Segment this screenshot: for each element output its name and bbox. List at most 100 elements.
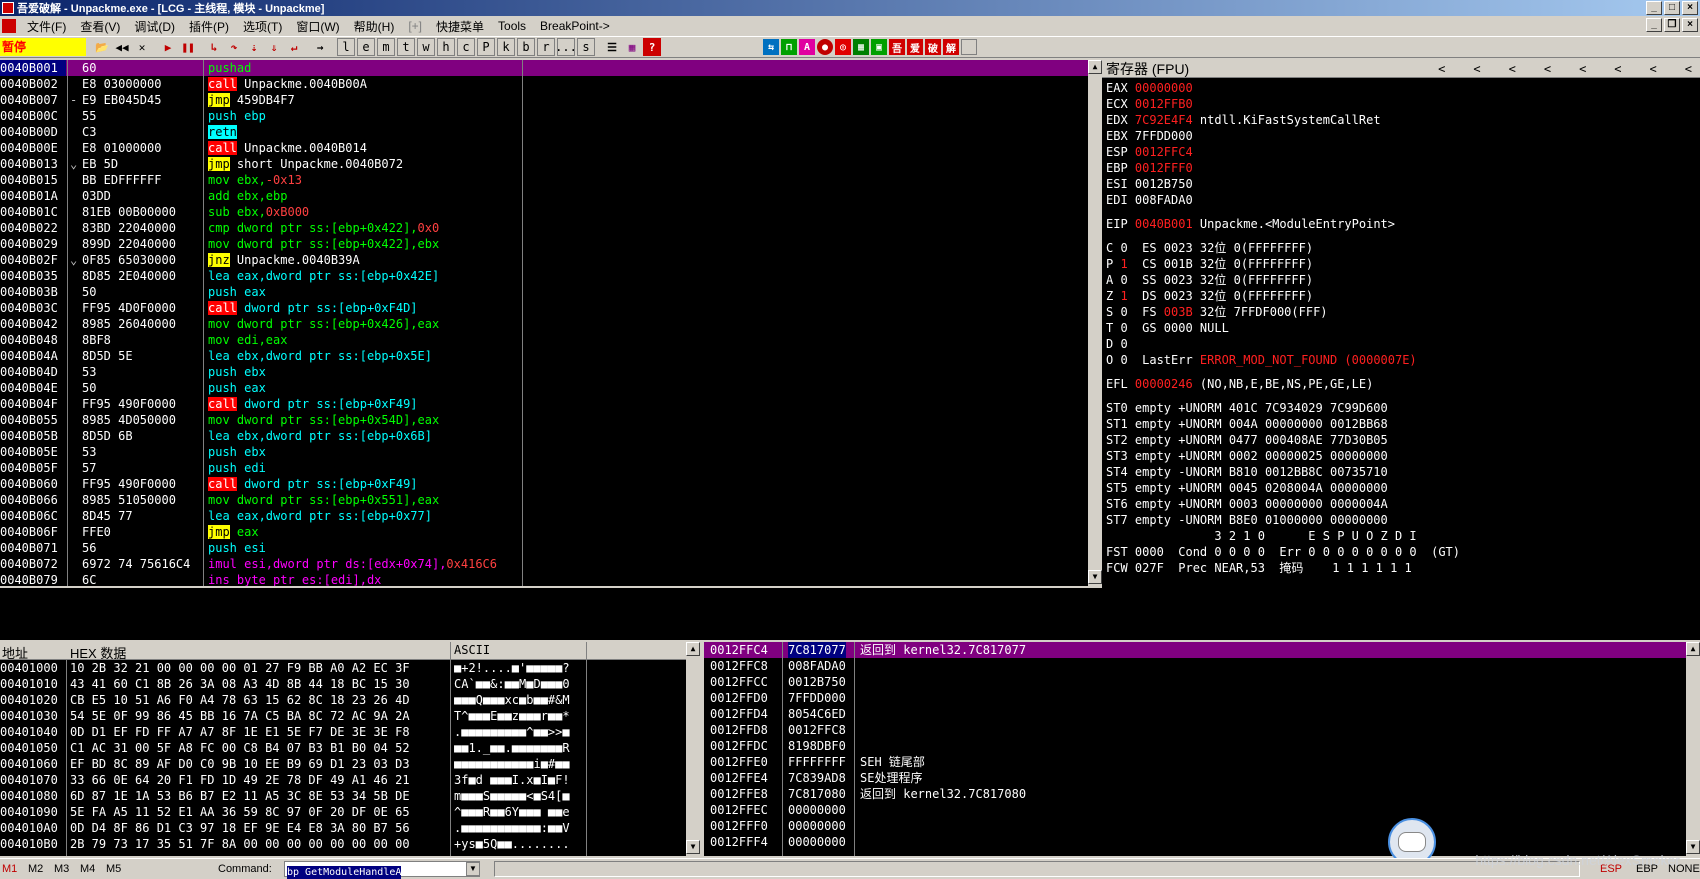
register-row[interactable]: T 0 GS 0000 NULL: [1102, 320, 1700, 336]
register-row[interactable]: EBP 0012FFF0: [1102, 160, 1700, 176]
register-row[interactable]: ST3 empty +UNORM 0002 00000025 00000000: [1102, 448, 1700, 464]
source-button[interactable]: s: [577, 38, 595, 56]
reg-arrow-icon[interactable]: <: [1438, 60, 1445, 78]
reg-arrow-icon[interactable]: <: [1579, 60, 1586, 78]
reg-arrow-icon[interactable]: <: [1473, 60, 1480, 78]
register-row[interactable]: ST5 empty +UNORM 0045 0208004A 00000000: [1102, 480, 1700, 496]
dump-col-ascii[interactable]: ASCII: [454, 643, 490, 657]
dump-tab-m2[interactable]: M2: [28, 863, 43, 875]
run-icon[interactable]: ▶: [159, 38, 177, 56]
register-row[interactable]: FST 0000 Cond 0 0 0 0 Err 0 0 0 0 0 0 0 …: [1102, 544, 1700, 560]
register-row[interactable]: 3 2 1 0 E S P U O Z D I: [1102, 528, 1700, 544]
disasm-row[interactable]: 0040B05F 57 push edi: [0, 460, 1088, 476]
menu-plugins[interactable]: 插件(P): [182, 18, 236, 35]
open-icon[interactable]: 📂: [93, 38, 111, 56]
register-row[interactable]: D 0: [1102, 336, 1700, 352]
register-row[interactable]: [1102, 232, 1700, 240]
register-row[interactable]: ST1 empty +UNORM 004A 00000000 0012BB68: [1102, 416, 1700, 432]
disasm-row[interactable]: 0040B048 8BF8 mov edi,eax: [0, 332, 1088, 348]
disasm-row[interactable]: 0040B013 ⌄ EB 5D jmp short Unpackme.0040B07…: [0, 156, 1088, 172]
reg-arrow-icon[interactable]: <: [1685, 60, 1692, 78]
disasm-row[interactable]: 0040B007- E9 EB045D45 jmp 459DB4F7: [0, 92, 1088, 108]
dump-tab-m4[interactable]: M4: [80, 863, 95, 875]
disasm-row[interactable]: 0040B04D 53 push ebx: [0, 364, 1088, 380]
register-row[interactable]: EIP 0040B001 Unpackme.<ModuleEntryPoint>: [1102, 216, 1700, 232]
dump-row[interactable]: 00401090 5E FA A5 11 52 E1 AA 36 59 8C 97…: [0, 804, 700, 820]
disasm-row[interactable]: 0040B072 6972 74 75616C4 imul esi,dword pt…: [0, 556, 1088, 572]
register-row[interactable]: ESI 0012B750: [1102, 176, 1700, 192]
disasm-row[interactable]: 0040B01C 81EB 00B00000 sub ebx,0xB000: [0, 204, 1088, 220]
dump-tab-m3[interactable]: M3: [54, 863, 69, 875]
disasm-row[interactable]: 0040B03C FF95 4D0F0000 call dword ptr ss:[…: [0, 300, 1088, 316]
close-process-icon[interactable]: ✕: [133, 38, 151, 56]
disasm-row[interactable]: 0040B04E 50 push eax: [0, 380, 1088, 396]
patches-button[interactable]: P: [477, 38, 495, 56]
disasm-row[interactable]: 0040B060 FF95 490F0000 call dword ptr ss:[…: [0, 476, 1088, 492]
disassembly-pane[interactable]: 0040B001 60 pushad 0040B002 E8 03000000 call …: [0, 60, 1102, 586]
plugin-icon-5[interactable]: ◎: [835, 39, 851, 55]
command-dropdown-icon[interactable]: ▼: [466, 862, 480, 876]
threads-button[interactable]: t: [397, 38, 415, 56]
disasm-row[interactable]: 0040B002 E8 03000000 call Unpackme.0040B00…: [0, 76, 1088, 92]
register-row[interactable]: ST7 empty -UNORM B8E0 01000000 00000000: [1102, 512, 1700, 528]
register-row[interactable]: ST2 empty +UNORM 0477 000408AE 77D30B05: [1102, 432, 1700, 448]
disasm-row[interactable]: 0040B035 8D85 2E040000 lea eax,dword ptr s…: [0, 268, 1088, 284]
step-into-icon[interactable]: ↳: [205, 38, 223, 56]
disasm-row[interactable]: 0040B04A 8D5D 5E lea ebx,dword ptr ss:[ebp…: [0, 348, 1088, 364]
plugin-icon-6[interactable]: ▦: [853, 39, 869, 55]
register-row[interactable]: Z 1 DS 0023 32位 0(FFFFFFFF): [1102, 288, 1700, 304]
close-button[interactable]: ×: [1682, 1, 1698, 15]
register-row[interactable]: EDX 7C92E4F4 ntdll.KiFastSystemCallRet: [1102, 112, 1700, 128]
register-row[interactable]: S 0 FS 003B 32位 7FFDF000(FFF): [1102, 304, 1700, 320]
memory-map-button[interactable]: m: [377, 38, 395, 56]
register-row[interactable]: EBX 7FFDD000: [1102, 128, 1700, 144]
step-over-icon[interactable]: ↷: [225, 38, 243, 56]
reg-arrow-icon[interactable]: <: [1544, 60, 1551, 78]
register-row[interactable]: FCW 027F Prec NEAR,53 掩码 1 1 1 1 1 1: [1102, 560, 1700, 576]
disasm-row[interactable]: 0040B00D C3 retn: [0, 124, 1088, 140]
reg-arrow-icon[interactable]: <: [1650, 60, 1657, 78]
menu-view[interactable]: 查看(V): [73, 18, 127, 35]
dump-row[interactable]: 00401010 43 41 60 C1 8B 26 3A 08 A3 4D 8B…: [0, 676, 700, 692]
scroll-up-icon[interactable]: ▲: [686, 642, 700, 656]
dump-row[interactable]: 00401060 EF BD 8C 89 AF D0 C0 9B 10 EE B9…: [0, 756, 700, 772]
plugin-icon-2[interactable]: ⊓: [781, 39, 797, 55]
register-row[interactable]: ECX 0012FFB0: [1102, 96, 1700, 112]
register-row[interactable]: [1102, 392, 1700, 400]
handles-button[interactable]: h: [437, 38, 455, 56]
run-trace-button[interactable]: ...: [555, 38, 577, 56]
mdi-close-button[interactable]: ×: [1682, 18, 1698, 32]
plugin-icon-1[interactable]: ⇆: [763, 39, 779, 55]
menu-help[interactable]: 帮助(H): [347, 18, 402, 35]
list-icon[interactable]: ☰: [603, 38, 621, 56]
register-row[interactable]: EAX 00000000: [1102, 80, 1700, 96]
disasm-row[interactable]: 0040B001 60 pushad: [0, 60, 1088, 76]
menu-plus[interactable]: [+]: [401, 19, 429, 33]
breakpoints-button[interactable]: b: [517, 38, 535, 56]
minimize-button[interactable]: _: [1646, 1, 1662, 15]
register-row[interactable]: ESP 0012FFC4: [1102, 144, 1700, 160]
menu-shortcuts[interactable]: 快捷菜单: [429, 18, 491, 35]
register-row[interactable]: O 0 LastErr ERROR_MOD_NOT_FOUND (0000007…: [1102, 352, 1700, 368]
stack-scrollbar[interactable]: ▲ ▼: [1686, 642, 1700, 856]
goto-icon[interactable]: →: [311, 38, 329, 56]
plugin-blank-button[interactable]: [961, 39, 977, 55]
disasm-row[interactable]: 0040B071 56 push esi: [0, 540, 1088, 556]
dump-row[interactable]: 00401000 10 2B 32 21 00 00 00 00 01 27 F9…: [0, 660, 700, 676]
menu-breakpoint[interactable]: BreakPoint->: [533, 19, 617, 33]
trace-over-icon[interactable]: ⇓: [265, 38, 283, 56]
registers-pane[interactable]: 寄存器 (FPU) < < < < < < < < EAX 00000000 EC…: [1102, 60, 1700, 640]
dump-row[interactable]: 00401020 CB E5 10 51 A6 F0 A4 78 63 15 62…: [0, 692, 700, 708]
disasm-row[interactable]: 0040B00C 55 push ebp: [0, 108, 1088, 124]
options-icon[interactable]: ▦: [623, 38, 641, 56]
maximize-button[interactable]: □: [1664, 1, 1680, 15]
disasm-row[interactable]: 0040B022 83BD 22040000 cmp dword ptr ss:[e…: [0, 220, 1088, 236]
disasm-row[interactable]: 0040B05E 53 push ebx: [0, 444, 1088, 460]
plugin-icon-4[interactable]: ●: [817, 39, 833, 55]
register-row[interactable]: ST6 empty +UNORM 0003 00000000 0000004A: [1102, 496, 1700, 512]
scroll-down-icon[interactable]: ▼: [686, 840, 700, 854]
register-row[interactable]: P 1 CS 001B 32位 0(FFFFFFFF): [1102, 256, 1700, 272]
dump-tab-m1[interactable]: M1: [2, 863, 17, 875]
disasm-row[interactable]: 0040B02F ⌄ 0F85 65030000 jnz Unpackme.0040B…: [0, 252, 1088, 268]
execute-till-return-icon[interactable]: ↵: [285, 38, 303, 56]
